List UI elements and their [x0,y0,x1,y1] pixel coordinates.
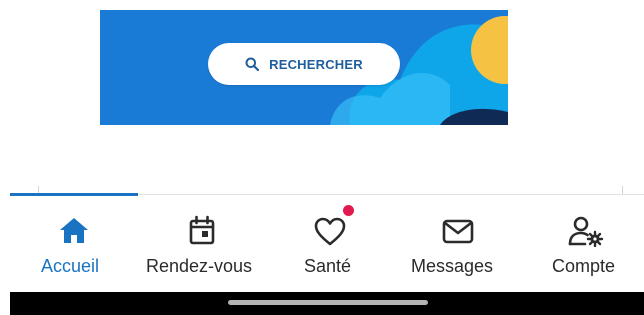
system-navigation-bar [10,292,644,315]
nav-item-sante[interactable]: Santé [298,195,368,292]
calendar-icon [189,215,215,245]
divider [622,186,623,194]
nav-item-compte[interactable]: Compte [550,195,626,292]
user-settings-icon [568,216,604,247]
notification-badge [343,205,354,216]
nav-item-label: Santé [304,256,352,276]
home-icon [60,218,88,243]
search-icon [245,57,260,71]
envelope-icon [442,219,474,244]
nav-item-label: Rendez-vous [146,256,253,276]
bottom-navigation: Accueil Rendez-vous Santé Messages Compt… [10,193,644,292]
search-button[interactable]: RECHERCHER [208,43,400,85]
nav-item-rendez-vous[interactable]: Rendez-vous [144,195,262,292]
nav-item-label: Accueil [41,256,100,276]
nav-item-messages[interactable]: Messages [408,195,508,292]
nav-item-label: Messages [411,256,494,276]
search-button-label: RECHERCHER [269,56,363,72]
promo-banner: RECHERCHER [100,10,508,125]
home-gesture-handle[interactable] [228,300,428,305]
nav-item-accueil[interactable]: Accueil [38,195,110,292]
nav-item-label: Compte [552,256,616,276]
heart-icon [314,217,346,246]
